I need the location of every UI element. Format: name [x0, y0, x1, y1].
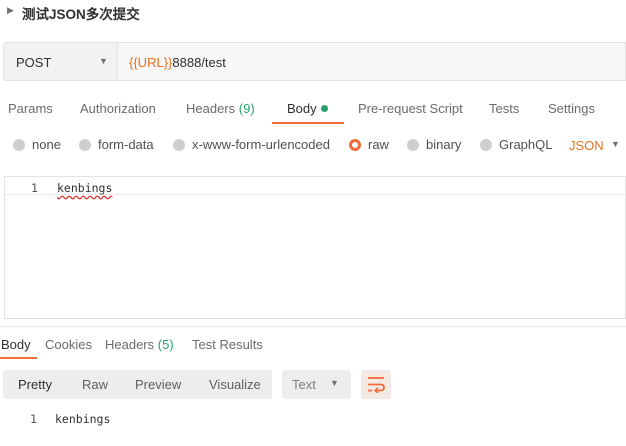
tab-body-label: Body — [287, 101, 317, 116]
method-label: POST — [16, 55, 52, 70]
tab-params[interactable]: Params — [8, 101, 53, 116]
radio-circle — [173, 139, 185, 151]
body-indicator-dot — [320, 105, 328, 112]
line-number: 1 — [31, 181, 38, 195]
radio-circle-selected — [349, 139, 361, 151]
active-tab-indicator — [272, 122, 344, 124]
radio-circle — [480, 139, 492, 151]
radio-binary[interactable]: binary — [407, 137, 461, 155]
response-tab-cookies[interactable]: Cookies — [45, 337, 92, 352]
chevron-down-icon[interactable]: ▼ — [611, 139, 620, 149]
tab-authorization[interactable]: Authorization — [80, 101, 156, 116]
radio-none[interactable]: none — [13, 137, 61, 155]
radio-circle — [407, 139, 419, 151]
raw-format-select[interactable]: JSON — [569, 138, 604, 153]
tab-settings[interactable]: Settings — [548, 101, 595, 116]
url-text: {{URL}}8888/test — [129, 55, 226, 70]
tab-tests[interactable]: Tests — [489, 101, 519, 116]
radio-raw[interactable]: raw — [349, 137, 389, 155]
view-pretty-button[interactable]: Pretty — [18, 377, 52, 392]
radio-label: x-www-form-urlencoded — [192, 137, 330, 152]
view-visualize-button[interactable]: Visualize — [209, 377, 261, 392]
wrap-lines-button[interactable] — [361, 370, 391, 399]
radio-label: GraphQL — [499, 137, 553, 152]
method-select[interactable]: POST ▼ — [3, 42, 118, 81]
tab-headers[interactable]: Headers (9) — [186, 101, 255, 116]
radio-graphql[interactable]: GraphQL — [480, 137, 552, 155]
radio-x-www-form-urlencoded[interactable]: x-www-form-urlencoded — [173, 137, 330, 155]
tab-headers-label: Headers — [186, 101, 236, 116]
editor-text[interactable]: kenbings — [57, 181, 112, 195]
tab-headers-count: (9) — [238, 101, 255, 116]
url-variable: {{URL}} — [129, 55, 173, 70]
url-input[interactable]: {{URL}}8888/test — [118, 42, 626, 81]
body-editor[interactable]: 1 kenbings — [4, 176, 626, 319]
view-preview-button[interactable]: Preview — [135, 377, 181, 392]
response-language-select[interactable]: Text ▼ — [282, 370, 351, 399]
request-title: 测试JSON多次提交 — [22, 7, 140, 22]
tab-body[interactable]: Body — [287, 101, 328, 116]
collapse-caret-icon[interactable]: ▶ — [7, 5, 14, 16]
response-language-label: Text — [292, 377, 316, 392]
radio-label: form-data — [98, 137, 154, 152]
chevron-down-icon: ▼ — [99, 56, 108, 66]
view-raw-button[interactable]: Raw — [82, 377, 108, 392]
response-tab-test-results[interactable]: Test Results — [192, 337, 263, 352]
radio-label: binary — [426, 137, 462, 152]
request-title-row[interactable]: ▶ 测试JSON多次提交 — [0, 0, 626, 26]
response-line-number: 1 — [30, 412, 37, 426]
chevron-down-icon: ▼ — [330, 378, 339, 388]
active-response-tab-indicator — [0, 357, 37, 359]
response-tab-headers-count: (5) — [157, 337, 174, 352]
tab-pre-request-script[interactable]: Pre-request Script — [358, 101, 463, 116]
radio-circle — [79, 139, 91, 151]
radio-label: raw — [368, 137, 389, 152]
url-path: 8888/test — [172, 55, 226, 70]
radio-circle — [13, 139, 25, 151]
response-tab-body[interactable]: Body — [1, 337, 31, 352]
response-body-text: kenbings — [55, 412, 111, 426]
response-tab-headers-label: Headers — [105, 337, 155, 352]
response-view-toggle: Pretty Raw Preview Visualize — [3, 370, 272, 399]
response-tab-headers[interactable]: Headers (5) — [105, 337, 174, 352]
panel-divider[interactable] — [0, 326, 626, 327]
wrap-lines-icon — [368, 377, 385, 393]
radio-form-data[interactable]: form-data — [79, 137, 154, 155]
radio-label: none — [32, 137, 61, 152]
